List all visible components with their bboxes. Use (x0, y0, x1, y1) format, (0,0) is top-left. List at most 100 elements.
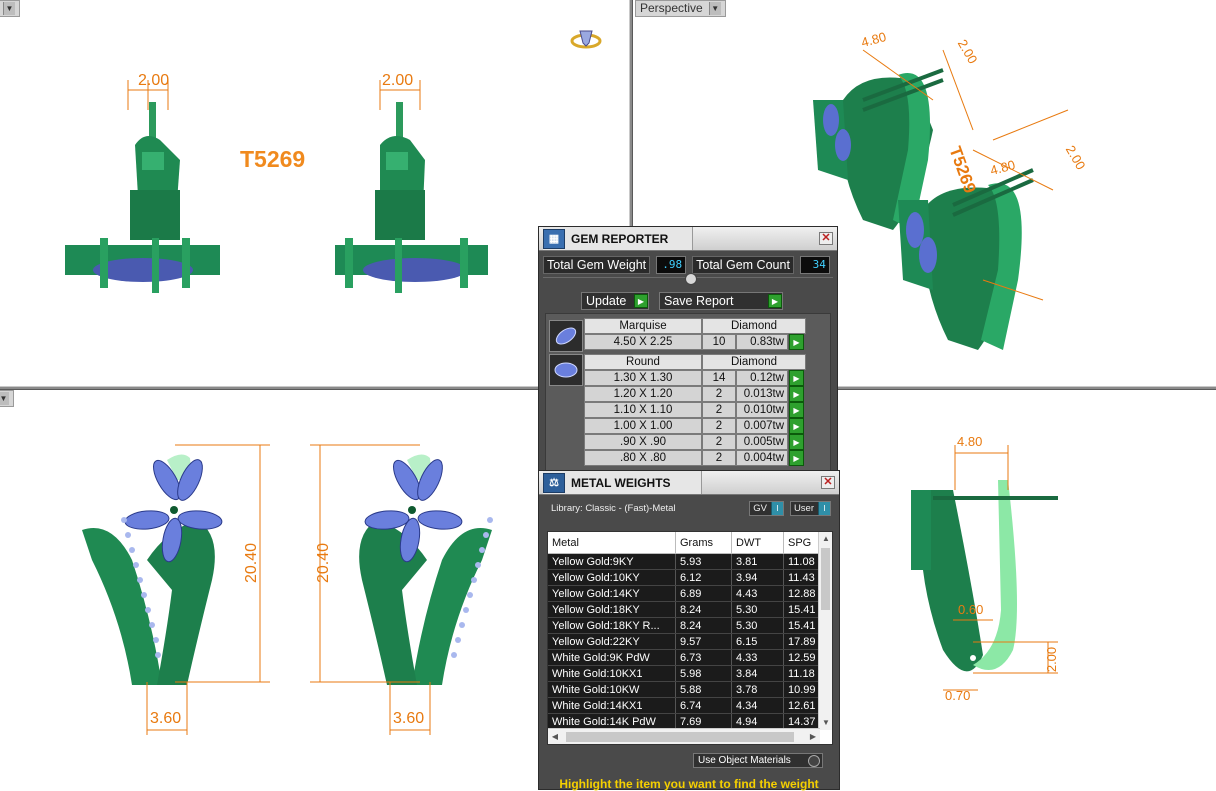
use-object-materials-option[interactable]: Use Object Materials (693, 753, 823, 768)
gem-count-cell[interactable]: 2 (702, 386, 736, 402)
viewport-menu-perspective[interactable]: Perspective ▼ (635, 0, 726, 17)
column-header-metal[interactable]: Metal (548, 532, 676, 553)
column-header-spg[interactable]: SPG (784, 532, 820, 553)
play-icon: ▶ (768, 294, 782, 308)
table-row[interactable]: White Gold:10KW 5.88 3.78 10.99 (548, 682, 832, 698)
gem-size-cell[interactable]: 1.10 X 1.10 (584, 402, 702, 418)
table-row[interactable]: Yellow Gold:18KY R... 8.24 5.30 15.41 (548, 618, 832, 634)
spg-cell: 15.41 (784, 602, 820, 617)
gem-size-cell[interactable]: .90 X .90 (584, 434, 702, 450)
gem-count-cell[interactable]: 2 (702, 434, 736, 450)
table-row[interactable]: Yellow Gold:14KY 6.89 4.43 12.88 (548, 586, 832, 602)
scroll-thumb-horizontal[interactable] (566, 732, 794, 742)
close-icon[interactable]: ✕ (819, 232, 833, 245)
close-icon[interactable]: ✕ (821, 476, 835, 489)
gem-reporter-panel: ▦ GEM REPORTER ✕ Total Gem Weight .98 To… (538, 226, 838, 473)
scroll-right-icon[interactable]: ▶ (806, 729, 820, 744)
gem-weight-cell[interactable]: 0.004tw (736, 450, 788, 466)
gem-row-go-icon[interactable]: ▶ (789, 418, 804, 434)
scroll-left-icon[interactable]: ◀ (548, 729, 562, 744)
gem-row-go-icon[interactable]: ▶ (789, 386, 804, 402)
horizontal-scrollbar[interactable]: ◀ ▶ (548, 728, 820, 744)
column-header-dwt[interactable]: DWT (732, 532, 784, 553)
dwt-cell: 4.43 (732, 586, 784, 601)
ring-thumbnail-icon (570, 30, 602, 49)
dim-side-mid: 0.60 (958, 602, 984, 617)
play-icon: ▶ (634, 294, 648, 308)
gem-size-cell[interactable]: 1.30 X 1.30 (584, 370, 702, 386)
gem-count-cell[interactable]: 2 (702, 418, 736, 434)
gv-toggle-label: GV (753, 502, 767, 514)
gem-weight-cell[interactable]: 0.005tw (736, 434, 788, 450)
dim-base-right: 3.60 (393, 710, 425, 727)
vertical-scrollbar[interactable]: ▲ ▼ (818, 532, 832, 730)
gem-weight-cell[interactable]: 0.010tw (736, 402, 788, 418)
dwt-cell: 3.81 (732, 554, 784, 569)
dwt-cell: 3.84 (732, 666, 784, 681)
grams-cell: 5.88 (676, 682, 732, 697)
gv-toggle[interactable]: GV I (749, 500, 784, 516)
update-button[interactable]: Update ▶ (581, 292, 649, 310)
chevron-down-icon[interactable]: ▼ (708, 2, 721, 15)
viewport-menu-top-left[interactable]: ▼ (0, 0, 20, 17)
table-row[interactable]: Yellow Gold:10KY 6.12 3.94 11.43 (548, 570, 832, 586)
dwt-cell: 6.15 (732, 634, 784, 649)
table-row[interactable]: White Gold:9K PdW 6.73 4.33 12.59 (548, 650, 832, 666)
gem-weight-cell[interactable]: 0.013tw (736, 386, 788, 402)
gem-row-go-icon[interactable]: ▶ (789, 402, 804, 418)
chevron-down-icon[interactable]: ▼ (3, 2, 15, 15)
spg-cell: 17.89 (784, 634, 820, 649)
gem-row-go-icon[interactable]: ▶ (789, 334, 804, 350)
gem-weight-cell[interactable]: 0.83tw (736, 334, 788, 350)
gem-count-cell[interactable]: 14 (702, 370, 736, 386)
gem-shape-round: Round (584, 354, 702, 370)
front-view-left (65, 80, 220, 293)
gem-count-cell[interactable]: 10 (702, 334, 736, 350)
metal-name-cell: Yellow Gold:10KY (548, 570, 676, 585)
scroll-up-icon[interactable]: ▲ (819, 532, 832, 546)
metal-table-header: Metal Grams DWT SPG (548, 532, 832, 554)
scroll-down-icon[interactable]: ▼ (819, 716, 832, 730)
gem-row-go-icon[interactable]: ▶ (789, 434, 804, 450)
table-row[interactable]: White Gold:10KX1 5.98 3.84 11.18 (548, 666, 832, 682)
gem-count-cell[interactable]: 2 (702, 450, 736, 466)
table-row[interactable]: Yellow Gold:22KY 9.57 6.15 17.89 (548, 634, 832, 650)
dim-post-width-left: 2.00 (138, 72, 170, 89)
dwt-cell: 4.33 (732, 650, 784, 665)
gem-weight-cell[interactable]: 0.12tw (736, 370, 788, 386)
grams-cell: 5.93 (676, 554, 732, 569)
panel-collapse-slider[interactable] (543, 273, 833, 289)
gem-row-go-icon[interactable]: ▶ (789, 450, 804, 466)
table-row[interactable]: White Gold:14KX1 6.74 4.34 12.61 (548, 698, 832, 714)
gem-size-cell[interactable]: .80 X .80 (584, 450, 702, 466)
gem-weight-cell[interactable]: 0.007tw (736, 418, 788, 434)
user-toggle[interactable]: User I (789, 500, 831, 516)
dwt-cell: 5.30 (732, 618, 784, 633)
gem-type-round: Diamond (702, 354, 806, 370)
metal-weights-panel: ⚖ METAL WEIGHTS ✕ Library: Classic - (Fa… (538, 470, 840, 791)
table-row[interactable]: Yellow Gold:9KY 5.93 3.81 11.08 (548, 554, 832, 570)
collapse-knob-icon[interactable] (685, 273, 697, 285)
save-report-button[interactable]: Save Report ▶ (659, 292, 783, 310)
viewport-top-left[interactable]: ▼ T5269 2.00 2.00 (0, 0, 629, 386)
gem-size-cell[interactable]: 1.20 X 1.20 (584, 386, 702, 402)
grams-cell: 6.89 (676, 586, 732, 601)
column-header-grams[interactable]: Grams (676, 532, 732, 553)
metal-weights-hint: Highlight the item you want to find the … (559, 777, 819, 791)
user-toggle-label: User (793, 502, 814, 514)
gem-size-cell[interactable]: 4.50 X 2.25 (584, 334, 702, 350)
gem-row-go-icon[interactable]: ▶ (789, 370, 804, 386)
scroll-thumb[interactable] (821, 548, 830, 610)
dim-post-width-right: 2.00 (382, 72, 414, 89)
front-view-right (335, 80, 488, 293)
dwt-cell: 5.30 (732, 602, 784, 617)
radio-icon[interactable] (808, 754, 820, 767)
metal-weights-table: Metal Grams DWT SPG Yellow Gold:9KY 5.93 3… (547, 531, 833, 745)
gem-size-cell[interactable]: 1.00 X 1.00 (584, 418, 702, 434)
table-row[interactable]: Yellow Gold:18KY 8.24 5.30 15.41 (548, 602, 832, 618)
dim-side-right: 2.00 (1044, 646, 1060, 673)
gem-reporter-titlebar[interactable]: ▦ GEM REPORTER ✕ (539, 227, 837, 251)
viewport-bottom-left[interactable]: ▼ 20.40 20.40 3.60 3.60 (0, 390, 629, 790)
gem-count-cell[interactable]: 2 (702, 402, 736, 418)
metal-weights-titlebar[interactable]: ⚖ METAL WEIGHTS ✕ (539, 471, 839, 495)
